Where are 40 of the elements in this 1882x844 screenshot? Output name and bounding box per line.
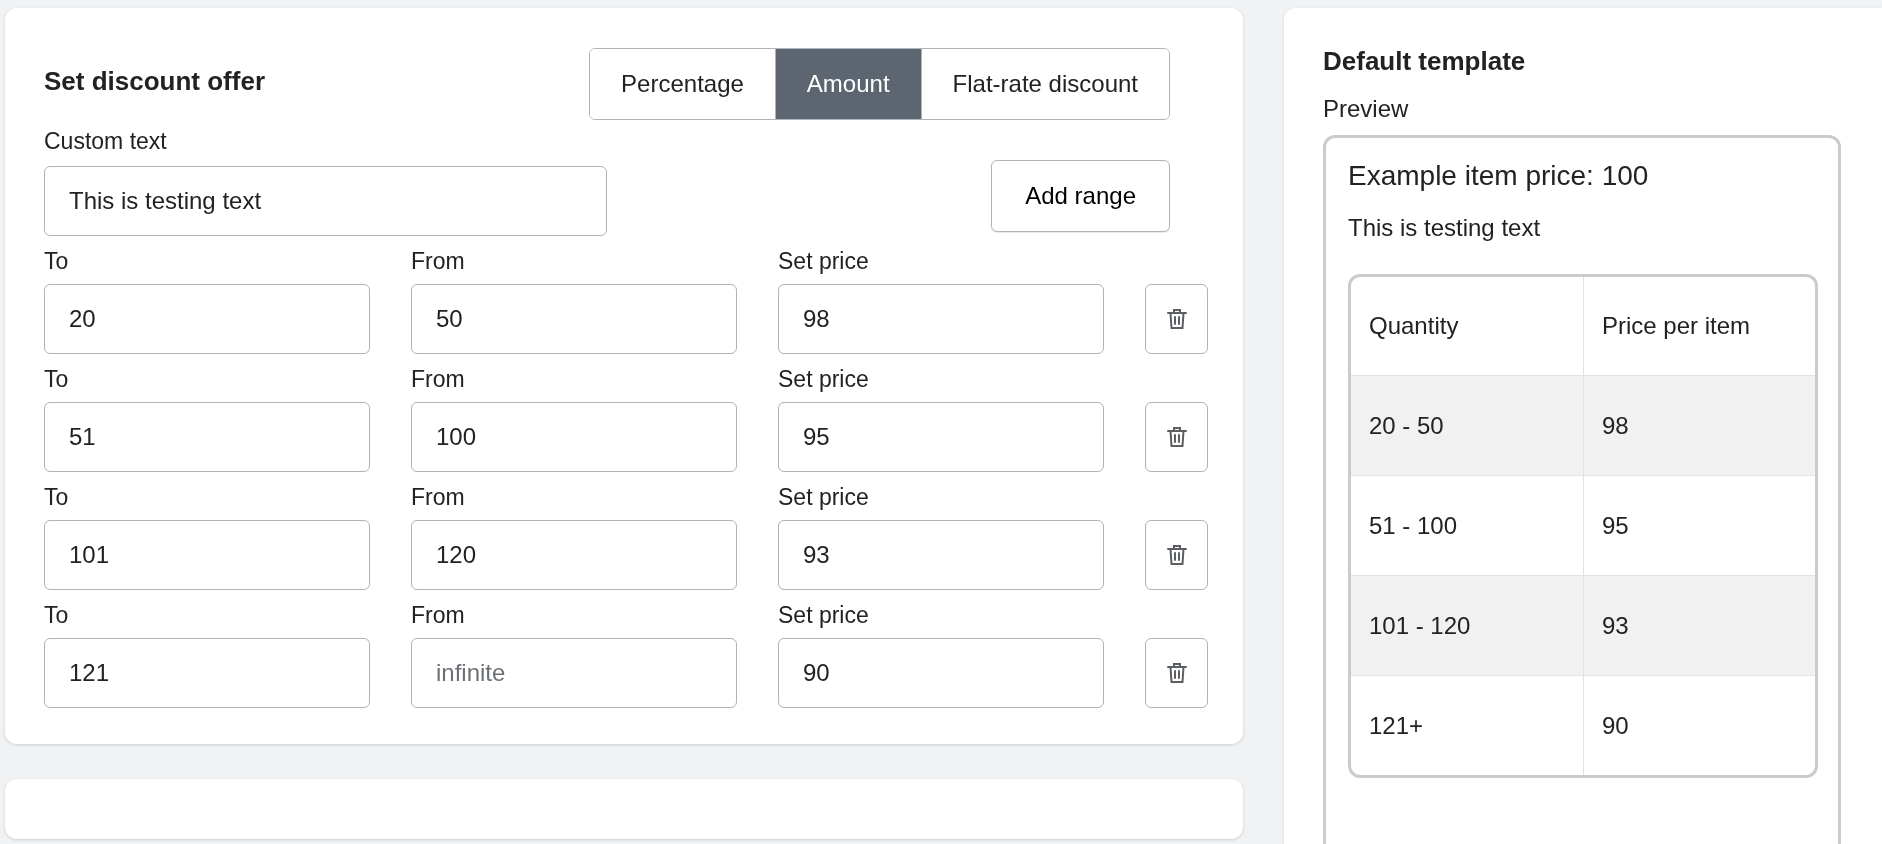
field-label: From xyxy=(411,484,466,511)
from-field[interactable]: infinite xyxy=(411,638,737,708)
table-cell-text: 90 xyxy=(1601,710,1630,741)
preview-label: Preview xyxy=(1323,95,1410,123)
from-field[interactable]: 100 xyxy=(411,402,737,472)
field-label: From xyxy=(411,248,466,275)
example-price: Example item price: 100 xyxy=(1348,160,1650,192)
add-range-button[interactable]: Add range xyxy=(991,160,1170,232)
field-label: To xyxy=(44,248,70,275)
price-field[interactable]: 93 xyxy=(778,520,1104,590)
section-title: Default template xyxy=(1323,46,1527,77)
table-cell: 20 - 50 xyxy=(1351,376,1584,476)
field-label: To xyxy=(44,366,70,393)
field-label: Set price xyxy=(778,484,870,511)
to-field[interactable]: 121 xyxy=(44,638,370,708)
table-cell: 93 xyxy=(1584,576,1815,676)
table-cell: 121+ xyxy=(1351,676,1584,775)
field-label: From xyxy=(411,602,466,629)
field-label: From xyxy=(411,366,466,393)
price-field[interactable]: 98 xyxy=(778,284,1104,354)
from-field[interactable]: 120 xyxy=(411,520,737,590)
mode-tab[interactable]: Amount xyxy=(774,49,921,119)
field-label: To xyxy=(44,484,70,511)
section-title: Set discount offer xyxy=(44,66,265,97)
field-label: To xyxy=(44,602,70,629)
to-field[interactable]: 20 xyxy=(44,284,370,354)
from-field[interactable]: 50 xyxy=(411,284,737,354)
custom-text-field[interactable]: This is testing text xyxy=(44,166,607,236)
field-label: Set price xyxy=(778,366,870,393)
price-field[interactable]: 90 xyxy=(778,638,1104,708)
field-label: Custom text xyxy=(44,128,168,155)
custom-text: This is testing text xyxy=(1348,214,1542,242)
to-field[interactable]: 101 xyxy=(44,520,370,590)
table-cell: 101 - 120 xyxy=(1351,576,1584,676)
field-label: Set price xyxy=(778,248,870,275)
to-field[interactable]: 51 xyxy=(44,402,370,472)
price-field[interactable]: 95 xyxy=(778,402,1104,472)
mode-tab[interactable]: Flat-rate discount xyxy=(920,49,1169,119)
field-label: Set price xyxy=(778,602,870,629)
table-cell: 98 xyxy=(1584,376,1815,476)
